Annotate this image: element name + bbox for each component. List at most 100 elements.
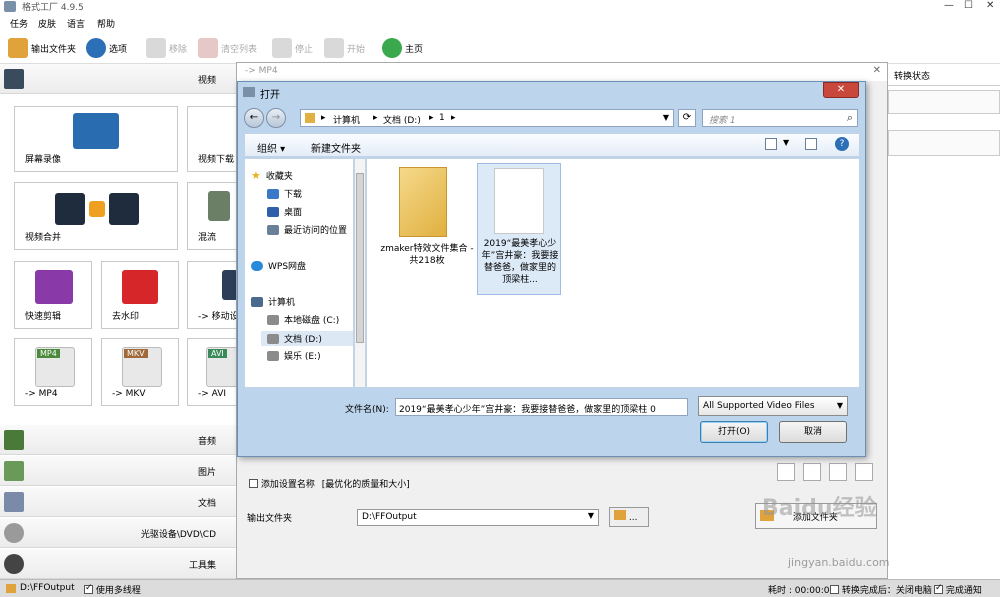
preview-pane-icon[interactable] (805, 138, 817, 150)
status-cell (888, 90, 1000, 114)
nav-favorites[interactable]: ★ 收藏夹 (251, 169, 293, 182)
filename-input[interactable]: 2019“最美孝心少年”宫井豪：我要接替爸爸，做家里的顶梁柱 0 (395, 398, 688, 416)
delete-icon[interactable] (803, 463, 821, 481)
address-bar[interactable]: ▸ 计算机 ▸ 文档 (D:) ▸ 1 ▸ ▼ (300, 109, 674, 127)
play-icon[interactable] (829, 463, 847, 481)
add-setting-name[interactable]: 添加设置名称 [最优化的质量和大小] (249, 477, 410, 490)
multithread-toggle[interactable]: 使用多线程 (84, 583, 141, 596)
breadcrumb-folder-1[interactable]: 1 (439, 113, 445, 123)
info-icon[interactable] (855, 463, 873, 481)
app-title-bar: 格式工厂 4.9.5 — ☐ ✕ (0, 0, 1000, 14)
stop-button[interactable]: 停止 (272, 37, 313, 59)
maximize-icon[interactable]: ☐ (964, 0, 973, 11)
nav-desktop[interactable]: 桌面 (267, 205, 302, 218)
filetype-select[interactable]: All Supported Video Files ▼ (698, 396, 848, 416)
category-image[interactable]: 图片 (0, 456, 238, 486)
clear-list-button[interactable]: 清空列表 (198, 37, 257, 59)
add-icon[interactable] (777, 463, 795, 481)
after-done-toggle[interactable]: 转换完成后：关闭电脑 (830, 583, 932, 596)
remove-button[interactable]: 移除 (146, 37, 187, 59)
cloud-icon (251, 260, 263, 271)
film-icon (55, 193, 85, 225)
refresh-button[interactable]: ⟳ (678, 109, 696, 127)
menu-skin[interactable]: 皮肤 (38, 17, 56, 30)
browse-folder-button[interactable]: ... (609, 507, 649, 527)
search-input[interactable]: 搜索 1 ⌕ (702, 109, 858, 127)
add-setting-checkbox[interactable] (249, 479, 258, 488)
nav-computer[interactable]: 计算机 (251, 295, 295, 308)
organize-button[interactable]: 组织 ▾ (257, 140, 285, 155)
to-mp4-tile[interactable]: MP4 -> MP4 (14, 338, 92, 406)
folder-item[interactable]: zmaker特效文件集合 - 共218枚 (379, 165, 475, 277)
drive-icon (267, 314, 279, 325)
app-title: 格式工厂 4.9.5 (22, 3, 84, 13)
close-icon[interactable]: ✕ (986, 0, 994, 11)
back-button[interactable]: ← (244, 108, 264, 128)
output-folder-button[interactable]: 输出文件夹 (8, 37, 76, 59)
nav-drive-d[interactable]: 文档 (D:) (261, 331, 353, 346)
format-window-close-icon[interactable]: ✕ (873, 65, 881, 76)
film-icon (109, 193, 139, 225)
view-icon[interactable] (765, 138, 777, 150)
image-icon (4, 461, 24, 481)
notify-toggle[interactable]: 完成通知 (934, 583, 982, 596)
nav-downloads[interactable]: 下载 (267, 187, 302, 200)
mp4-badge: MP4 (37, 349, 60, 358)
chevron-down-icon[interactable]: ▼ (663, 113, 669, 122)
category-audio[interactable]: 音频 (0, 425, 238, 455)
filename-label: 文件名(N): (345, 405, 389, 415)
breadcrumb-drive-d[interactable]: 文档 (D:) (383, 113, 421, 126)
screen-record-icon (73, 113, 119, 149)
chevron-down-icon[interactable]: ▼ (783, 138, 789, 147)
forward-button[interactable]: → (266, 108, 286, 128)
home-button[interactable]: 主页 (382, 37, 423, 59)
dialog-close-button[interactable]: ✕ (823, 82, 859, 98)
scroll-thumb[interactable] (356, 173, 364, 343)
gear-icon (86, 38, 106, 58)
screen-record-tile[interactable]: 屏幕录像 (14, 106, 178, 172)
category-video[interactable]: 视频 (0, 64, 238, 94)
nav-drive-c[interactable]: 本地磁盘 (C:) (267, 313, 339, 326)
cancel-button[interactable]: 取消 (779, 421, 847, 443)
folder-icon (305, 113, 315, 123)
search-icon: ⌕ (846, 111, 853, 124)
drive-icon (267, 350, 279, 361)
output-path-select[interactable]: D:\FFOutput ▼ (357, 509, 599, 526)
category-document[interactable]: 文档 (0, 487, 238, 517)
nav-drive-e[interactable]: 娱乐 (E:) (267, 349, 321, 362)
navigation-pane: ★ 收藏夹 下载 桌面 最近访问的位置 WPS网盘 计算机 本地磁盘 (C:) (244, 158, 354, 388)
remove-icon (146, 38, 166, 58)
new-folder-button[interactable]: 新建文件夹 (311, 140, 361, 155)
to-mkv-tile[interactable]: MKV -> MKV (101, 338, 179, 406)
mkv-badge: MKV (124, 349, 148, 358)
nav-wps-cloud[interactable]: WPS网盘 (251, 259, 306, 272)
minimize-icon[interactable]: — (944, 0, 954, 11)
breadcrumb-separator-icon: ▸ (429, 113, 434, 123)
quick-clip-tile[interactable]: 快速剪辑 (14, 261, 92, 329)
app-logo-icon (4, 1, 16, 12)
after-done-checkbox[interactable] (830, 585, 839, 594)
nav-recent-places[interactable]: 最近访问的位置 (267, 223, 347, 236)
nav-scrollbar[interactable] (354, 158, 366, 388)
multithread-checkbox[interactable] (84, 583, 93, 594)
menu-help[interactable]: 帮助 (97, 17, 115, 30)
file-item-selected[interactable]: 2019“最美孝心少年”宫井豪：我要接替爸爸，做家里的顶梁柱... (477, 163, 561, 295)
start-icon (324, 38, 344, 58)
start-button[interactable]: 开始 (324, 37, 365, 59)
status-column-header: 转换状态 (888, 64, 1000, 86)
open-button[interactable]: 打开(O) (700, 421, 768, 443)
help-icon[interactable]: ? (835, 137, 849, 151)
status-output-path[interactable]: D:\FFOutput (20, 583, 75, 593)
status-bar: D:\FFOutput 使用多线程 耗时 : 00:00:00 转换完成后：关闭… (0, 579, 1000, 597)
category-disc[interactable]: 光驱设备\DVD\CD (0, 518, 238, 548)
category-tools[interactable]: 工具集 (0, 549, 238, 579)
notify-checkbox[interactable] (934, 583, 943, 594)
breadcrumb-computer[interactable]: 计算机 (333, 113, 360, 126)
menu-task[interactable]: 任务 (10, 17, 28, 30)
video-merge-tile[interactable]: 视频合并 (14, 182, 178, 250)
remove-watermark-tile[interactable]: 去水印 (101, 261, 179, 329)
file-icon (494, 168, 544, 234)
options-button[interactable]: 选项 (86, 37, 127, 59)
music-icon (4, 430, 24, 450)
menu-language[interactable]: 语言 (67, 17, 85, 30)
